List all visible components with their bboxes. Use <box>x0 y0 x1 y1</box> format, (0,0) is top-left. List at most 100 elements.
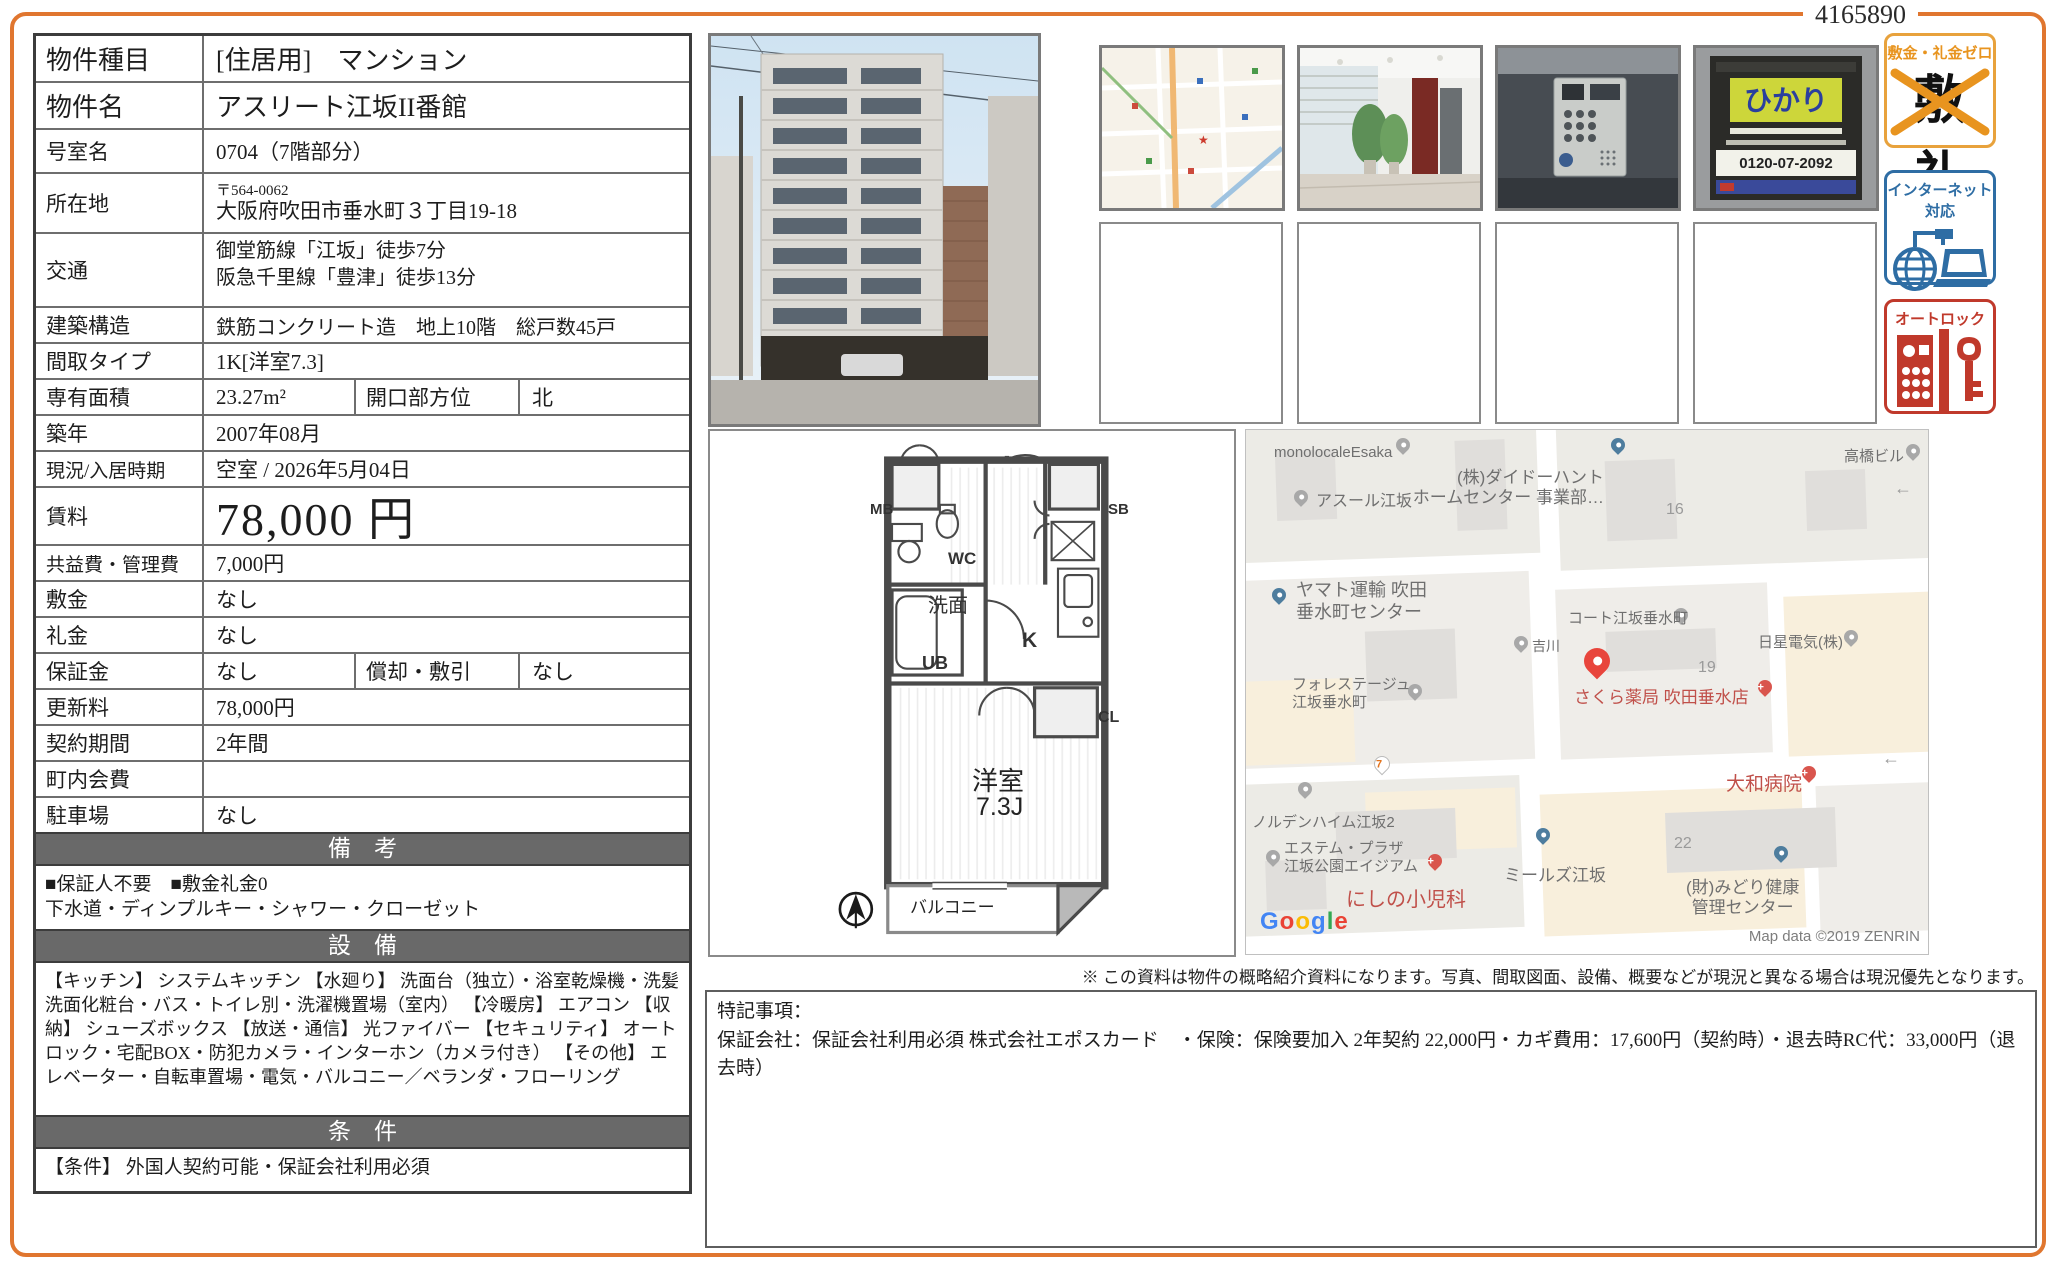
badge-no-deposit: 敷金・礼金ゼロ 敷 礼 <box>1884 33 1996 148</box>
address: 大阪府吹田市垂水町３丁目19-18 <box>216 199 517 223</box>
globe-laptop-icon <box>1887 221 1993 303</box>
field-label: 建築構造 <box>36 308 204 342</box>
table-row: 共益費・管理費7,000円 <box>36 544 689 580</box>
equipment-content: 【キッチン】 システムキッチン 【水廻り】 洗面台（独立）・浴室乾燥機・洗髪洗面… <box>36 961 689 1115</box>
field-value: アスリート江坂II番館 <box>204 83 689 128</box>
map-credit: Map data ©2019 ZENRIN <box>1749 928 1920 945</box>
remarks-line: ■保証人不要 ■敷金礼金0 <box>45 872 680 897</box>
field-value: なし <box>204 582 689 616</box>
field-value: 1K[洋室7.3] <box>204 344 689 378</box>
table-row: 築年2007年08月 <box>36 414 689 450</box>
svg-text:★: ★ <box>1198 133 1209 147</box>
badge-title: 敷金・礼金ゼロ <box>1887 42 1993 63</box>
entrance-hall-photo <box>1297 45 1483 211</box>
badge-internet: インターネット対応 <box>1884 170 1996 285</box>
field-label: 賃料 <box>36 488 204 544</box>
table-row: 現況/入居時期空室 / 2026年5月04日 <box>36 450 689 486</box>
field-value: 2007年08月 <box>204 416 689 450</box>
rent-value: 78,000 円 <box>204 488 689 544</box>
deposit-crossed-icon: 敷 礼 <box>1887 63 1993 139</box>
floorplan-label-mb: MB <box>870 501 893 518</box>
field-label: 専有面積 <box>36 380 204 414</box>
field-value <box>204 762 689 796</box>
area-map-photo: ★ <box>1099 45 1285 211</box>
table-row: 駐車場なし <box>36 796 689 832</box>
field-label: 駐車場 <box>36 798 204 832</box>
table-row: 号室名0704（7階部分） <box>36 128 689 172</box>
table-row: 敷金なし <box>36 580 689 616</box>
table-row: 町内会費 <box>36 760 689 796</box>
field-label: 交通 <box>36 234 204 306</box>
field-label: 契約期間 <box>36 726 204 760</box>
equipment-header: 設 備 <box>36 929 689 961</box>
remarks-content: ■保証人不要 ■敷金礼金0 下水道・ディンプルキー・シャワー・クローゼット <box>36 864 689 929</box>
floorplan-label-washstand: 洗面 <box>928 589 968 618</box>
field-label: 共益費・管理費 <box>36 546 204 580</box>
field-value: 0704（7階部分） <box>204 130 689 172</box>
floorplan-label-wc: WC <box>948 549 976 569</box>
photo-placeholder <box>1297 222 1481 424</box>
field-value: [住居用] マンション <box>204 36 689 81</box>
document-id: 4165890 <box>1803 0 1918 30</box>
field-value: なし <box>204 618 689 652</box>
table-row: 建築構造鉄筋コンクリート造 地上10階 総戸数45戸 <box>36 306 689 342</box>
field-value: 〒564-0062 大阪府吹田市垂水町３丁目19-18 <box>204 174 689 232</box>
table-row: 専有面積 23.27m² 開口部方位 北 <box>36 378 689 414</box>
map-label: 大和病院 <box>1726 774 1802 797</box>
floorplan-label-room-size: 7.3J <box>976 793 1023 822</box>
field-label: 開口部方位 <box>354 380 520 414</box>
map-label: (財)みどり健康 管理センター <box>1686 878 1799 919</box>
badge-title: インターネット対応 <box>1887 179 1993 221</box>
table-row: 間取タイプ1K[洋室7.3] <box>36 342 689 378</box>
photo-placeholder <box>1693 222 1877 424</box>
field-label: 敷金 <box>36 582 204 616</box>
badge-autolock: オートロック <box>1884 299 1996 414</box>
field-value: 2年間 <box>204 726 689 760</box>
special-notes-title: 特記事項： <box>717 998 2025 1027</box>
field-value: なし <box>204 654 354 688</box>
map-block <box>1783 591 1929 756</box>
one-way-arrow-icon: ← <box>1882 748 1900 770</box>
field-label: 物件名 <box>36 83 204 128</box>
map-label: エステム・プラザ 江坂公園エイジアム <box>1284 840 1418 876</box>
table-row: 交通 御堂筋線「江坂」徒歩7分 阪急千里線「豊津」徒歩13分 <box>36 232 689 306</box>
access-line: 阪急千里線「豊津」徒歩13分 <box>216 265 476 292</box>
map-label: monolocaleEsaka <box>1274 444 1392 462</box>
disclaimer-footnote: ※ この資料は物件の概略紹介資料になります。写真、間取図面、設備、概要などが現況… <box>1082 963 2034 988</box>
map-label: アスール江坂 <box>1316 492 1412 511</box>
field-label: 築年 <box>36 416 204 450</box>
map-label: 16 <box>1666 500 1684 519</box>
photo-placeholder <box>1495 222 1679 424</box>
map-building <box>1805 469 1867 531</box>
map-label: 吉川 <box>1532 638 1560 655</box>
map-label: フォレステージュ 江坂垂水町 <box>1292 676 1411 712</box>
table-row: 保証金 なし 償却・敷引 なし <box>36 652 689 688</box>
map-label: コート江坂垂水町 <box>1568 610 1688 628</box>
floorplan-label-balcony: バルコニー <box>910 893 995 918</box>
map-label: 高橋ビル <box>1844 448 1904 466</box>
remarks-header: 備 考 <box>36 832 689 864</box>
field-value: 御堂筋線「江坂」徒歩7分 阪急千里線「豊津」徒歩13分 <box>204 234 689 306</box>
field-label: 礼金 <box>36 618 204 652</box>
map-label: ノルデンハイム江坂2 <box>1252 814 1395 832</box>
field-label: 償却・敷引 <box>354 654 520 688</box>
map-label: 19 <box>1698 658 1716 677</box>
field-label: 更新料 <box>36 690 204 724</box>
map-label: ミールズ江坂 <box>1504 866 1606 886</box>
floorplan-label-sb: SB <box>1108 501 1129 518</box>
remarks-line: 下水道・ディンプルキー・シャワー・クローゼット <box>45 897 680 922</box>
field-value: 7,000円 <box>204 546 689 580</box>
table-row: 礼金なし <box>36 616 689 652</box>
map-label: さくら薬局 吹田垂水店 <box>1574 688 1749 708</box>
field-label: 物件種目 <box>36 36 204 81</box>
field-value: 78,000円 <box>204 690 689 724</box>
badge-title: オートロック <box>1887 308 1993 329</box>
field-value: なし <box>520 654 689 688</box>
table-row: 物件名アスリート江坂II番館 <box>36 81 689 128</box>
field-label: 町内会費 <box>36 762 204 796</box>
internet-sign-photo: ひかり 0120-07-2092 <box>1693 45 1879 211</box>
access-line: 御堂筋線「江坂」徒歩7分 <box>216 238 446 265</box>
one-way-arrow-icon: ← <box>1894 478 1912 500</box>
postal-code: 〒564-0062 <box>216 183 289 200</box>
field-value: 北 <box>520 380 689 414</box>
